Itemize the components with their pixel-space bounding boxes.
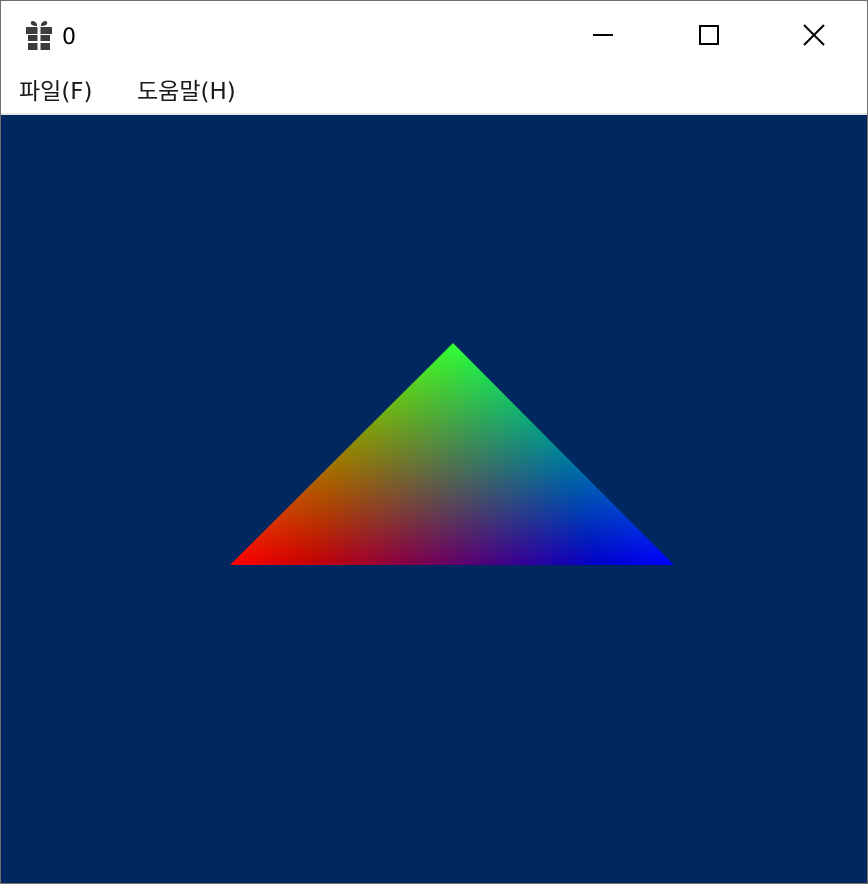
menu-bar: 파일(F) 도움말(H) <box>1 69 867 115</box>
menu-item-file[interactable]: 파일(F) <box>17 78 95 106</box>
window-title: 0 <box>62 25 76 50</box>
close-button[interactable] <box>761 1 867 69</box>
rgb-triangle <box>230 343 674 565</box>
maximize-icon <box>699 25 719 45</box>
gift-icon <box>26 21 52 50</box>
maximize-button[interactable] <box>656 1 762 69</box>
minimize-button[interactable] <box>550 1 656 69</box>
close-icon <box>803 24 825 46</box>
triangle-canvas <box>230 343 674 565</box>
app-window: 0 파일(F) 도움말(H) <box>0 0 868 884</box>
title-bar[interactable]: 0 <box>1 1 867 69</box>
menu-item-help[interactable]: 도움말(H) <box>135 78 238 106</box>
minimize-icon <box>593 34 613 36</box>
render-viewport[interactable] <box>1 115 867 883</box>
